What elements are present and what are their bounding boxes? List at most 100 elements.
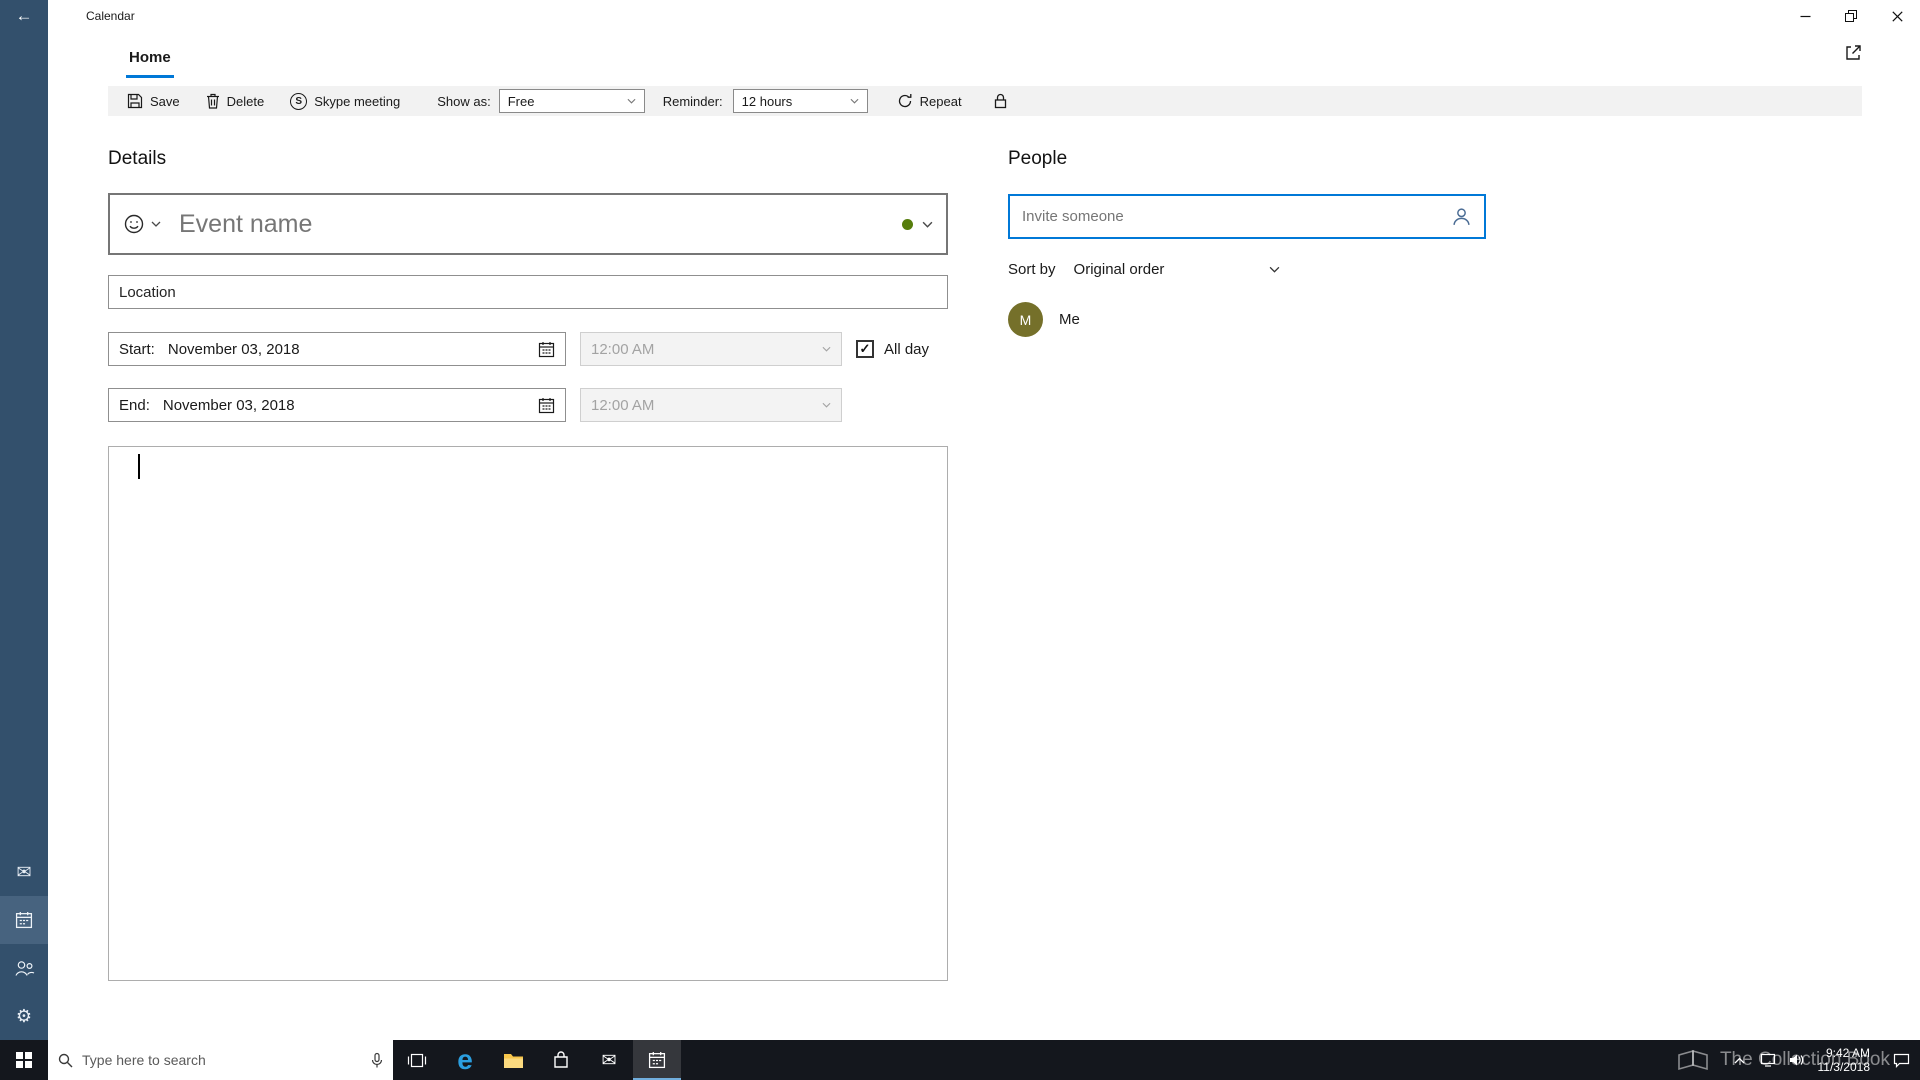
clock-time: 9:42 AM xyxy=(1825,1046,1870,1060)
mail-icon: ✉ xyxy=(601,1049,617,1070)
store-bag-icon xyxy=(551,1050,571,1070)
chevron-down-icon xyxy=(151,221,161,227)
task-view-button[interactable] xyxy=(393,1040,441,1080)
calendar-icon xyxy=(15,911,33,929)
restore-icon xyxy=(1845,10,1857,22)
sidebar-item-settings[interactable]: ⚙ xyxy=(0,992,48,1040)
calendar-app-window: ← ✉ ⚙ Calendar Home Save Delete S Skype … xyxy=(0,0,1920,1080)
store-button[interactable] xyxy=(537,1040,585,1080)
minimize-button[interactable] xyxy=(1782,0,1828,32)
repeat-button[interactable]: Repeat xyxy=(884,86,975,116)
tab-home[interactable]: Home xyxy=(126,49,174,78)
location-input[interactable] xyxy=(108,275,948,309)
delete-button[interactable]: Delete xyxy=(193,86,278,116)
start-time-dropdown: 12:00 AM xyxy=(580,332,842,366)
microphone-icon[interactable] xyxy=(371,1052,383,1069)
file-explorer-button[interactable] xyxy=(489,1040,537,1080)
network-tray-button[interactable] xyxy=(1754,1040,1782,1080)
minimize-icon xyxy=(1800,11,1811,22)
show-as-dropdown[interactable]: Free xyxy=(498,89,645,113)
people-heading: People xyxy=(1008,148,1068,169)
details-heading: Details xyxy=(108,148,167,169)
show-as-label: Show as: xyxy=(437,93,491,109)
text-caret xyxy=(138,454,140,479)
start-date-picker[interactable]: Start: November 03, 2018 xyxy=(108,332,566,366)
chevron-down-icon xyxy=(822,346,831,352)
event-description-input[interactable] xyxy=(108,446,948,981)
skype-icon: S xyxy=(290,92,308,110)
book-icon xyxy=(1676,1047,1710,1073)
clock-date: 11/3/2018 xyxy=(1817,1060,1871,1074)
event-color-dot xyxy=(902,218,913,230)
all-day-group: ✓ All day xyxy=(856,340,929,358)
invite-box xyxy=(1008,194,1486,239)
sidebar-item-people[interactable] xyxy=(0,944,48,992)
smiley-icon xyxy=(123,213,145,235)
edge-icon: e xyxy=(457,1044,473,1075)
save-icon xyxy=(127,93,143,109)
chevron-down-icon xyxy=(922,221,933,228)
end-row: End: November 03, 2018 12:00 AM xyxy=(108,388,948,422)
close-button[interactable] xyxy=(1874,0,1920,32)
private-button[interactable] xyxy=(981,86,1020,116)
main-area: Details Event name Location Start: Novem… xyxy=(108,116,1862,981)
folder-icon xyxy=(503,1052,524,1069)
start-button[interactable] xyxy=(0,1040,48,1080)
sidebar-item-mail[interactable]: ✉ xyxy=(0,848,48,896)
search-input[interactable] xyxy=(82,1052,362,1068)
attendee-avatar: M xyxy=(1008,302,1043,337)
sidebar-bottom-items: ✉ ⚙ xyxy=(0,848,48,1040)
taskbar-search[interactable] xyxy=(48,1040,393,1080)
volume-tray-button[interactable] xyxy=(1782,1040,1810,1080)
content-area: Home Save Delete S Skype meeting Show as… xyxy=(48,32,1920,1040)
invite-input[interactable] xyxy=(1022,208,1451,225)
calendar-color-picker[interactable] xyxy=(902,218,933,230)
end-date-picker[interactable]: End: November 03, 2018 xyxy=(108,388,566,422)
attendee-name: Me xyxy=(1059,311,1080,328)
taskbar: e ✉ xyxy=(0,1040,1920,1080)
sort-order-dropdown[interactable]: Original order xyxy=(1074,261,1280,278)
repeat-icon xyxy=(897,93,913,109)
search-icon xyxy=(58,1053,73,1068)
lock-icon xyxy=(994,93,1007,109)
event-name-box xyxy=(108,193,948,255)
window-title: Calendar xyxy=(86,9,135,23)
windows-logo-icon xyxy=(16,1052,32,1068)
action-center-button[interactable] xyxy=(1882,1040,1920,1080)
attendee-me[interactable]: M Me xyxy=(1008,302,1486,337)
trash-icon xyxy=(206,93,220,109)
all-day-label: All day xyxy=(884,340,930,358)
all-day-checkbox[interactable]: ✓ xyxy=(856,340,874,358)
open-in-new-window-button[interactable] xyxy=(1844,44,1862,62)
reminder-dropdown[interactable]: 12 hours xyxy=(732,89,868,113)
sidebar-item-calendar[interactable] xyxy=(0,896,48,944)
restore-button[interactable] xyxy=(1828,0,1874,32)
people-section: People Sort by Original order xyxy=(1008,116,1486,981)
person-icon xyxy=(1451,206,1472,227)
chevron-down-icon xyxy=(850,98,859,104)
gear-icon: ⚙ xyxy=(15,1005,33,1026)
end-time-dropdown: 12:00 AM xyxy=(580,388,842,422)
details-section: Details Event name Location Start: Novem… xyxy=(108,116,948,981)
taskbar-clock[interactable]: 9:42 AM 11/3/2018 xyxy=(1810,1046,1883,1074)
mail-button[interactable]: ✉ xyxy=(585,1040,633,1080)
save-button[interactable]: Save xyxy=(114,86,193,116)
calendar-app-button[interactable] xyxy=(633,1040,681,1080)
window-controls xyxy=(1782,0,1920,32)
skype-meeting-button[interactable]: S Skype meeting xyxy=(277,86,413,116)
people-icon xyxy=(14,960,35,977)
back-button[interactable]: ← xyxy=(0,0,48,32)
emoji-picker-button[interactable] xyxy=(123,213,161,235)
edge-button[interactable]: e xyxy=(441,1040,489,1080)
event-name-input[interactable] xyxy=(179,209,902,239)
titlebar: Calendar xyxy=(48,0,1920,32)
calendar-picker-icon xyxy=(538,397,555,414)
sort-by-label: Sort by xyxy=(1008,261,1056,278)
open-in-new-window-icon xyxy=(1844,44,1862,62)
end-date-value: November 03, 2018 xyxy=(162,396,295,414)
task-view-icon xyxy=(407,1053,427,1068)
close-icon xyxy=(1891,10,1903,22)
tray-expand-button[interactable] xyxy=(1726,1040,1754,1080)
action-center-icon xyxy=(1893,1053,1910,1068)
check-icon: ✓ xyxy=(859,341,871,356)
